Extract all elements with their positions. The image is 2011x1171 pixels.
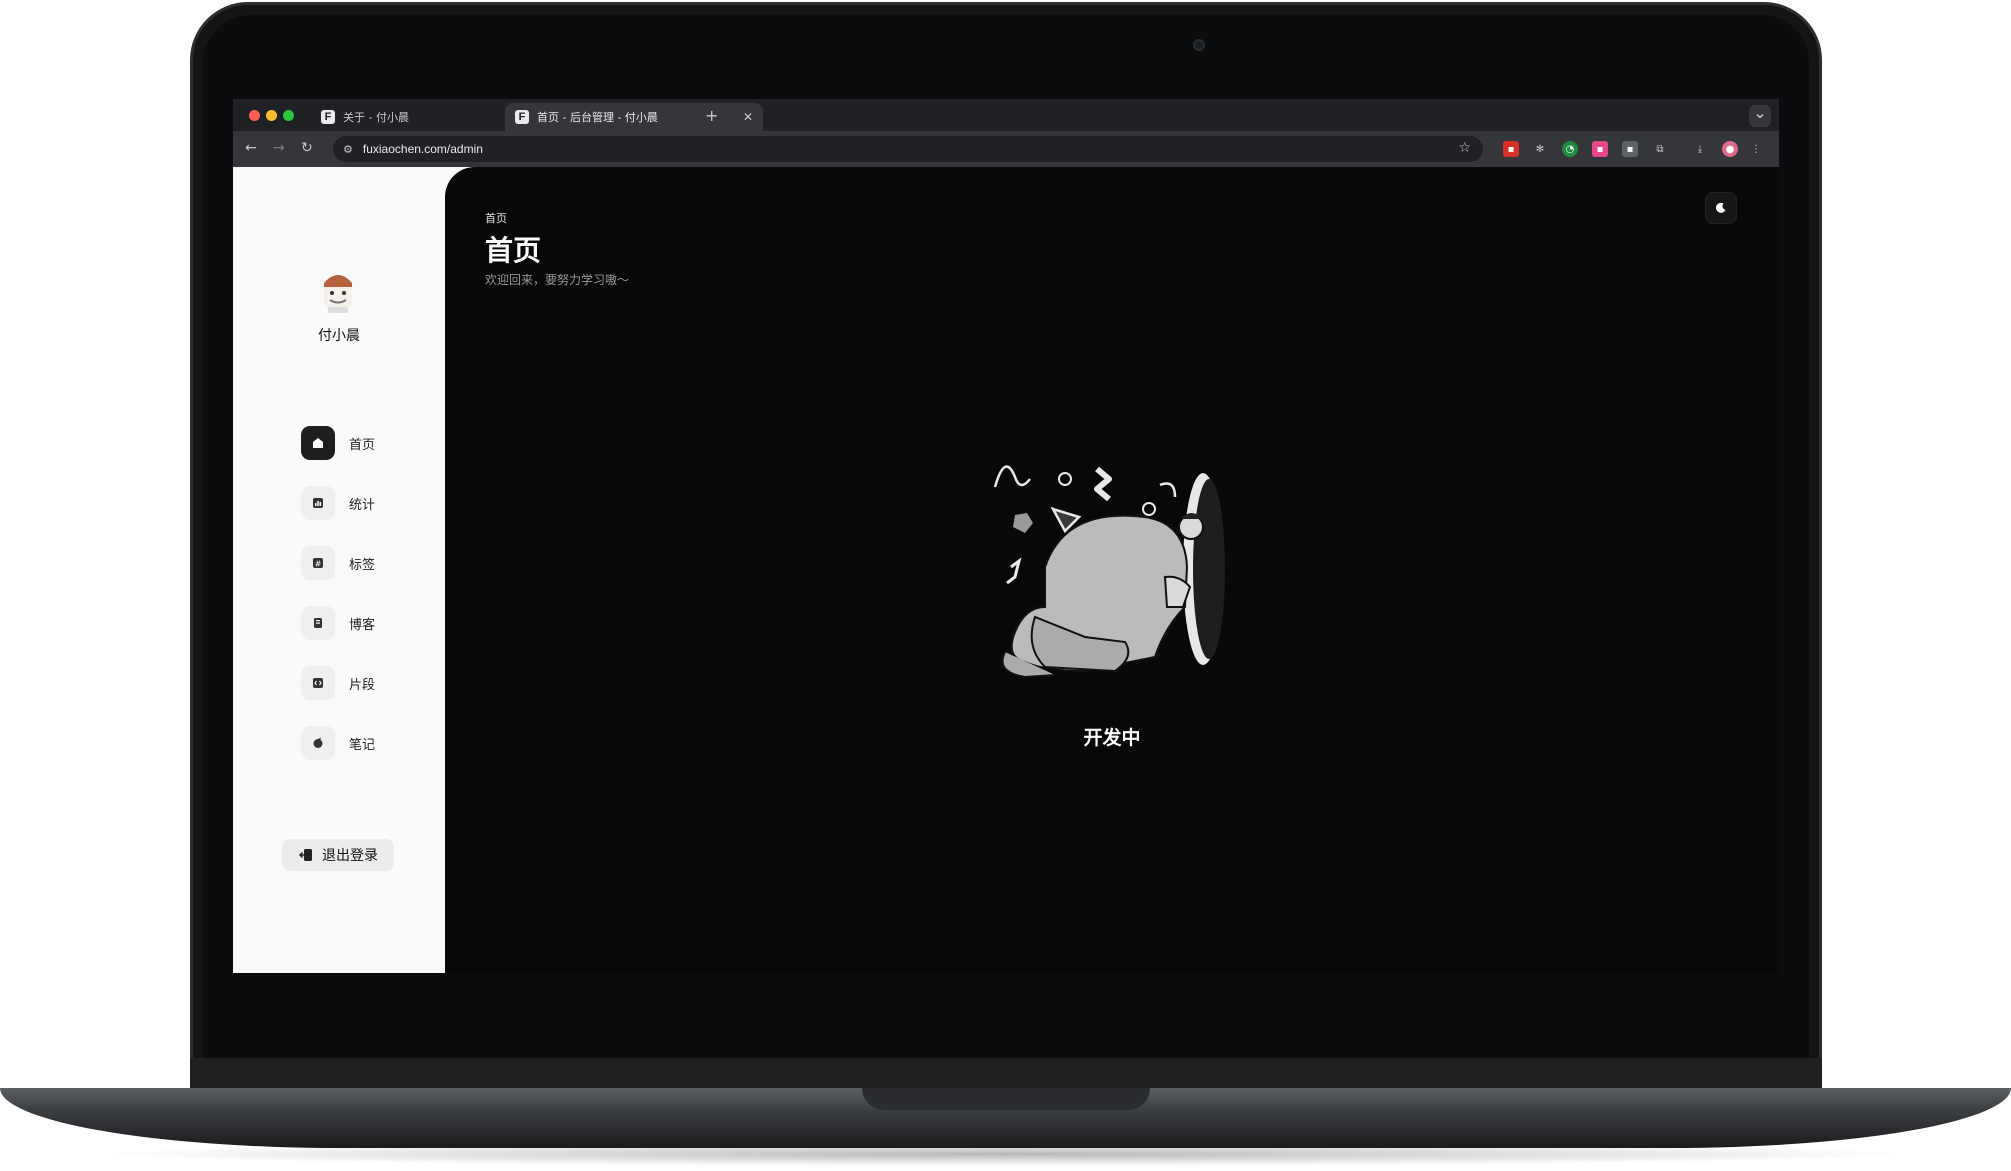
breadcrumb[interactable]: 首页 [485, 210, 507, 226]
code-icon [301, 666, 335, 700]
sidebar-item-home[interactable]: 首页 [301, 426, 375, 460]
status-message: 开发中 [1083, 727, 1141, 749]
address-bar[interactable]: ⚙ fuxiaochen.com/admin ☆ [333, 136, 1483, 162]
hash-icon: # [301, 546, 335, 580]
browser-menu-icon[interactable]: ⋮ [1748, 141, 1764, 157]
extensions-puzzle-icon[interactable]: ⧉ [1652, 141, 1668, 157]
sidebar-item-stats[interactable]: 统计 [301, 486, 375, 520]
theme-toggle-button[interactable] [1705, 192, 1737, 224]
extension-translate-icon[interactable]: ▪ [1592, 141, 1608, 157]
sidebar-nav: 首页 统计 # 标签 博客 片段 笔记 [301, 426, 375, 786]
camera-icon [1193, 39, 1205, 51]
extension-react-icon[interactable]: ✻ [1532, 141, 1548, 157]
laptop-base-notch [862, 1088, 1150, 1110]
tab-bar: F 关于 - 付小晨 ✕ F 首页 - 后台管理 - 付小晨 ✕ + [233, 99, 1779, 131]
sidebar-item-notes[interactable]: 笔记 [301, 726, 375, 760]
extension-fe-icon[interactable]: ▪ [1503, 141, 1519, 157]
sidebar-item-label: 标签 [349, 557, 376, 573]
svg-text:#: # [315, 560, 322, 569]
window-zoom-button[interactable] [283, 110, 294, 121]
chevron-down-icon [1756, 114, 1764, 119]
extension-color-icon[interactable]: ◔ [1562, 141, 1578, 157]
sidebar-item-label: 片段 [349, 677, 376, 693]
url-text: fuxiaochen.com/admin [362, 142, 483, 156]
window-close-button[interactable] [249, 110, 260, 121]
book-icon [301, 606, 335, 640]
forward-arrow-icon[interactable]: → [273, 140, 285, 156]
sidebar: 付小晨 首页 统计 # 标签 博客 片段 笔记 退出登录 [233, 167, 445, 973]
sidebar-item-label: 统计 [349, 497, 376, 513]
bar-chart-icon [301, 486, 335, 520]
moon-icon [1715, 202, 1726, 213]
under-construction-illustration [993, 465, 1225, 679]
download-icon[interactable]: ⤓ [1692, 141, 1708, 157]
site-settings-icon[interactable]: ⚙ [343, 143, 353, 156]
page-subtitle: 欢迎回来，要努力学习嗷～ [485, 273, 630, 287]
avatar[interactable] [314, 267, 362, 315]
sidebar-item-snippets[interactable]: 片段 [301, 666, 375, 700]
home-icon [301, 426, 335, 460]
admin-page: 付小晨 首页 统计 # 标签 博客 片段 笔记 退出登录 首页 首页 欢迎回来，… [233, 167, 1779, 973]
browser-window: F 关于 - 付小晨 ✕ F 首页 - 后台管理 - 付小晨 ✕ + ← → ↻… [233, 99, 1779, 973]
new-tab-button[interactable]: + [705, 106, 718, 125]
back-arrow-icon[interactable]: ← [245, 140, 257, 156]
note-icon [301, 726, 335, 760]
sidebar-item-blog[interactable]: 博客 [301, 606, 375, 640]
main-content: 首页 首页 欢迎回来，要努力学习嗷～ 开发中 [445, 167, 1779, 973]
sidebar-item-label: 笔记 [349, 737, 376, 753]
sidebar-item-label: 首页 [349, 437, 376, 453]
profile-avatar-icon[interactable]: ● [1722, 141, 1738, 157]
site-favicon-icon: F [515, 110, 529, 124]
tab-close-icon[interactable]: ✕ [743, 110, 753, 124]
username: 付小晨 [318, 328, 360, 344]
sidebar-item-tags[interactable]: # 标签 [301, 546, 375, 580]
logout-label: 退出登录 [322, 848, 378, 864]
bookmark-star-icon[interactable]: ☆ [1458, 140, 1471, 156]
window-minimize-button[interactable] [266, 110, 277, 121]
browser-toolbar: ← → ↻ ⚙ fuxiaochen.com/admin ☆ ▪ ✻ ◔ ▪ ▪… [233, 131, 1779, 167]
site-favicon-icon: F [321, 110, 335, 124]
tab-search-button[interactable] [1749, 105, 1771, 127]
logout-button[interactable]: 退出登录 [282, 839, 394, 871]
reload-icon[interactable]: ↻ [301, 140, 313, 156]
page-title: 首页 [485, 234, 542, 267]
laptop-bottom-bezel [190, 1058, 1822, 1092]
logout-icon [298, 849, 312, 861]
tab-admin-home[interactable]: F 首页 - 后台管理 - 付小晨 ✕ [505, 103, 763, 131]
extension-screenshot-icon[interactable]: ▪ [1622, 141, 1638, 157]
sidebar-item-label: 博客 [349, 617, 376, 633]
